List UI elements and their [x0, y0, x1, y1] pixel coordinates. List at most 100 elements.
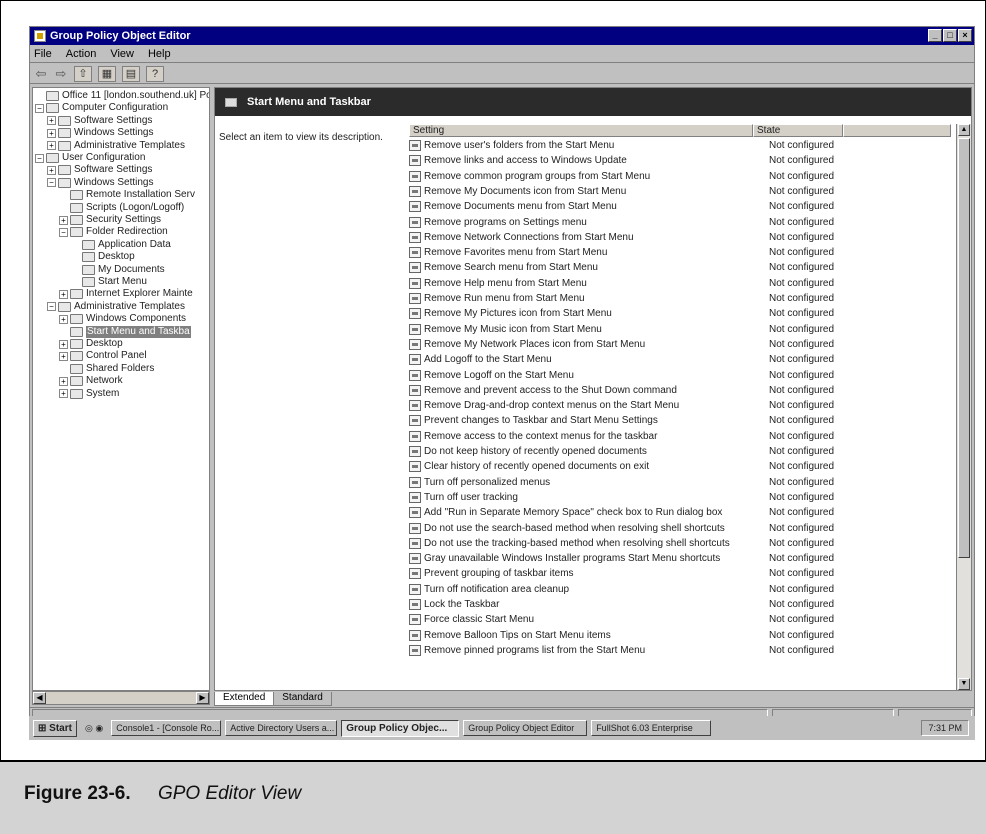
expand-icon[interactable]: + [47, 116, 56, 126]
tree-item[interactable]: + Security Settings [59, 214, 161, 226]
export-list-icon[interactable]: ▤ [122, 65, 140, 82]
list-vertical-scrollbar[interactable]: ▲ ▼ [956, 124, 971, 690]
setting-row[interactable]: Remove and prevent access to the Shut Do… [409, 383, 834, 398]
collapse-icon[interactable]: − [59, 227, 68, 237]
taskbar-button-active-directory[interactable]: Active Directory Users a... [225, 720, 338, 736]
tree-item[interactable]: − Folder Redirection [59, 226, 168, 238]
expand-icon[interactable]: + [47, 141, 56, 151]
expand-icon[interactable]: + [47, 165, 56, 175]
setting-row[interactable]: Remove links and access to Windows Updat… [409, 153, 834, 168]
setting-row[interactable]: Turn off user tracking Not configured [409, 490, 834, 505]
expand-icon[interactable]: + [59, 215, 68, 225]
tab-extended[interactable]: Extended [214, 692, 275, 706]
setting-row[interactable]: Prevent changes to Taskbar and Start Men… [409, 413, 834, 428]
tree-item[interactable]: − Administrative Templates [47, 301, 185, 313]
tree-horizontal-scrollbar[interactable]: ◀ ▶ [32, 691, 210, 705]
tree-item[interactable]: Remote Installation Serv [59, 189, 195, 201]
setting-row[interactable]: Remove My Network Places icon from Start… [409, 337, 834, 352]
tree-item[interactable]: Start Menu and Taskba [59, 325, 191, 338]
setting-row[interactable]: Remove Balloon Tips on Start Menu items N… [409, 628, 834, 643]
start-button[interactable]: ⊞ Start [33, 719, 77, 737]
show-hide-tree-icon[interactable]: ▦ [98, 65, 116, 82]
forward-arrow-icon[interactable]: ⇨ [54, 66, 68, 82]
tree-item[interactable]: + Windows Components [59, 313, 186, 325]
scroll-up-arrow-icon[interactable]: ▲ [958, 124, 970, 136]
scroll-left-arrow-icon[interactable]: ◀ [33, 692, 46, 704]
taskbar-button-gpo-editor[interactable]: Group Policy Object Editor [463, 720, 588, 736]
menu-view[interactable]: View [110, 48, 134, 60]
tree-item[interactable]: + Internet Explorer Mainte [59, 288, 193, 300]
tree-item[interactable]: + Desktop [59, 338, 123, 350]
maximize-button[interactable]: □ [943, 29, 957, 42]
column-header-empty[interactable] [843, 124, 951, 137]
tree-item[interactable]: Start Menu [71, 276, 147, 288]
console-tree[interactable]: Office 11 [london.southend.uk] Poli − Comp… [32, 87, 210, 691]
setting-row[interactable]: Remove pinned programs list from the Sta… [409, 643, 834, 658]
expand-icon[interactable]: + [47, 128, 56, 138]
expand-icon[interactable]: + [59, 351, 68, 361]
setting-row[interactable]: Remove My Music icon from Start Menu Not … [409, 322, 834, 337]
menu-help[interactable]: Help [148, 48, 171, 60]
setting-row[interactable]: Force classic Start Menu Not configured [409, 612, 834, 627]
setting-row[interactable]: Remove Search menu from Start Menu Not co… [409, 260, 834, 275]
setting-row[interactable]: Clear history of recently opened documen… [409, 459, 834, 474]
setting-row[interactable]: Remove Logoff on the Start Menu Not confi… [409, 368, 834, 383]
scroll-thumb[interactable] [958, 138, 970, 558]
collapse-icon[interactable]: − [47, 178, 56, 188]
setting-row[interactable]: Do not use the tracking-based method whe… [409, 536, 834, 551]
setting-row[interactable]: Prevent grouping of taskbar items Not con… [409, 566, 834, 581]
column-header-setting[interactable]: Setting [409, 124, 753, 137]
setting-row[interactable]: Lock the Taskbar Not configured [409, 597, 834, 612]
taskbar-button-fullshot[interactable]: FullShot 6.03 Enterprise [591, 720, 712, 736]
close-button[interactable]: × [958, 29, 972, 42]
tab-standard[interactable]: Standard [273, 692, 332, 706]
tree-item[interactable]: Application Data [71, 239, 171, 251]
tree-item[interactable]: + Administrative Templates [47, 140, 185, 152]
tree-item[interactable]: − Computer Configuration [35, 102, 168, 114]
expand-icon[interactable]: + [59, 289, 68, 299]
scroll-down-arrow-icon[interactable]: ▼ [958, 678, 970, 690]
tree-item[interactable]: + Network [59, 375, 123, 387]
setting-row[interactable]: Do not keep history of recently opened d… [409, 444, 834, 459]
expand-icon[interactable]: + [59, 376, 68, 386]
tree-item[interactable]: Shared Folders [59, 363, 154, 375]
setting-row[interactable]: Remove programs on Settings menu Not conf… [409, 215, 834, 230]
collapse-icon[interactable]: − [35, 153, 44, 163]
setting-row[interactable]: Remove access to the context menus for t… [409, 429, 834, 444]
tree-item[interactable]: − User Configuration [35, 152, 145, 164]
setting-row[interactable]: Remove Network Connections from Start Me… [409, 230, 834, 245]
help-icon[interactable]: ? [146, 65, 164, 82]
tree-item[interactable]: − Windows Settings [47, 177, 153, 189]
setting-row[interactable]: Remove Favorites menu from Start Menu Not… [409, 245, 834, 260]
quick-launch-icons[interactable]: ◎ ◉ [81, 721, 107, 736]
tree-item[interactable]: Desktop [71, 251, 135, 263]
tree-item[interactable]: Office 11 [london.southend.uk] Poli [35, 90, 209, 102]
setting-row[interactable]: Add "Run in Separate Memory Space" check… [409, 505, 834, 520]
tree-item[interactable]: + Software Settings [47, 115, 152, 127]
back-arrow-icon[interactable]: ⇦ [34, 66, 48, 82]
expand-icon[interactable]: + [59, 314, 68, 324]
setting-row[interactable]: Remove Drag-and-drop context menus on th… [409, 398, 834, 413]
setting-row[interactable]: Turn off notification area cleanup Not co… [409, 582, 834, 597]
collapse-icon[interactable]: − [35, 103, 44, 113]
tree-item[interactable]: + Control Panel [59, 350, 147, 362]
menu-action[interactable]: Action [66, 48, 97, 60]
setting-row[interactable]: Remove My Pictures icon from Start Menu N… [409, 306, 834, 321]
setting-row[interactable]: Do not use the search-based method when … [409, 521, 834, 536]
scroll-right-arrow-icon[interactable]: ▶ [196, 692, 209, 704]
tree-item[interactable]: My Documents [71, 264, 165, 276]
tree-item[interactable]: Scripts (Logon/Logoff) [59, 202, 184, 214]
setting-row[interactable]: Remove common program groups from Start … [409, 169, 834, 184]
menu-file[interactable]: File [34, 48, 52, 60]
title-bar[interactable]: Group Policy Object Editor _ □ × [30, 27, 974, 45]
taskbar-button-gpo-active[interactable]: Group Policy Objec... [341, 719, 460, 737]
setting-row[interactable]: Gray unavailable Windows Installer progr… [409, 551, 834, 566]
tree-item[interactable]: + System [59, 388, 119, 400]
tree-item[interactable]: + Windows Settings [47, 127, 153, 139]
up-one-level-icon[interactable]: ⇧ [74, 65, 92, 82]
column-header-state[interactable]: State [753, 124, 843, 137]
tree-item[interactable]: + Software Settings [47, 164, 152, 176]
setting-row[interactable]: Turn off personalized menus Not configure… [409, 475, 834, 490]
setting-row[interactable]: Remove My Documents icon from Start Menu… [409, 184, 834, 199]
collapse-icon[interactable]: − [47, 302, 56, 312]
